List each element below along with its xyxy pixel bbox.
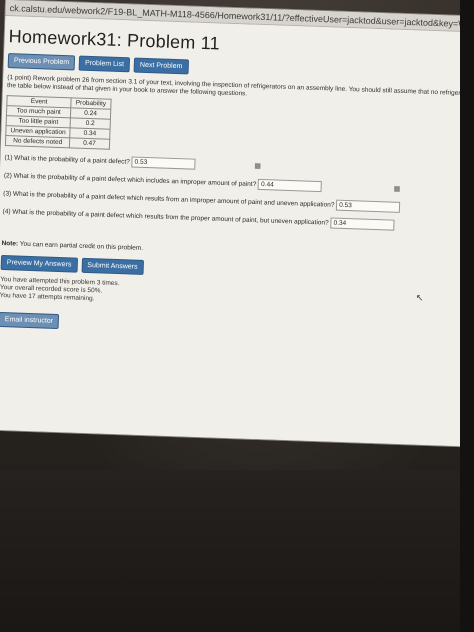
previous-problem-button[interactable]: Previous Problem <box>7 53 76 71</box>
table-cell: No defects noted <box>5 135 71 148</box>
question-text: (4) What is the probability of a paint d… <box>2 208 329 227</box>
photo-background: ck.calstu.edu/webwork2/F19-BL_MATH-M118-… <box>0 0 474 632</box>
monitor-bezel <box>0 470 474 632</box>
webwork-page: Homework31: Problem 11 Previous Problem … <box>0 15 474 454</box>
question-text: (3) What is the probability of a paint d… <box>3 190 335 209</box>
next-problem-button[interactable]: Next Problem <box>133 57 189 75</box>
table-cell: 0.47 <box>69 137 110 150</box>
taskbar <box>460 0 474 632</box>
equation-editor-icon[interactable]: ▦ <box>393 184 401 196</box>
note-text: You can earn partial credit on this prob… <box>19 240 144 252</box>
answer-input-1[interactable]: 0.53 <box>131 156 196 170</box>
email-instructor-button[interactable]: Email instructor <box>0 311 60 330</box>
problem-list-button[interactable]: Problem List <box>78 55 131 73</box>
question-text: (2) What is the probability of a paint d… <box>3 172 257 189</box>
mouse-cursor-icon: ↖ <box>415 292 424 303</box>
submit-answers-button[interactable]: Submit Answers <box>81 257 144 275</box>
monitor-screen: ck.calstu.edu/webwork2/F19-BL_MATH-M118-… <box>0 0 474 454</box>
equation-editor-icon[interactable]: ▦ <box>254 161 261 173</box>
question-text: (1) What is the probability of a paint d… <box>4 154 130 166</box>
answer-input-3[interactable]: 0.53 <box>335 199 401 213</box>
answer-input-2[interactable]: 0.44 <box>257 178 323 193</box>
answer-input-4[interactable]: 0.34 <box>330 217 395 231</box>
preview-answers-button[interactable]: Preview My Answers <box>0 254 78 273</box>
note-label: Note: <box>1 239 19 248</box>
email-row: Email instructor <box>0 308 474 350</box>
probability-table: Event Probability Too much paint 0.24 To… <box>5 95 111 150</box>
